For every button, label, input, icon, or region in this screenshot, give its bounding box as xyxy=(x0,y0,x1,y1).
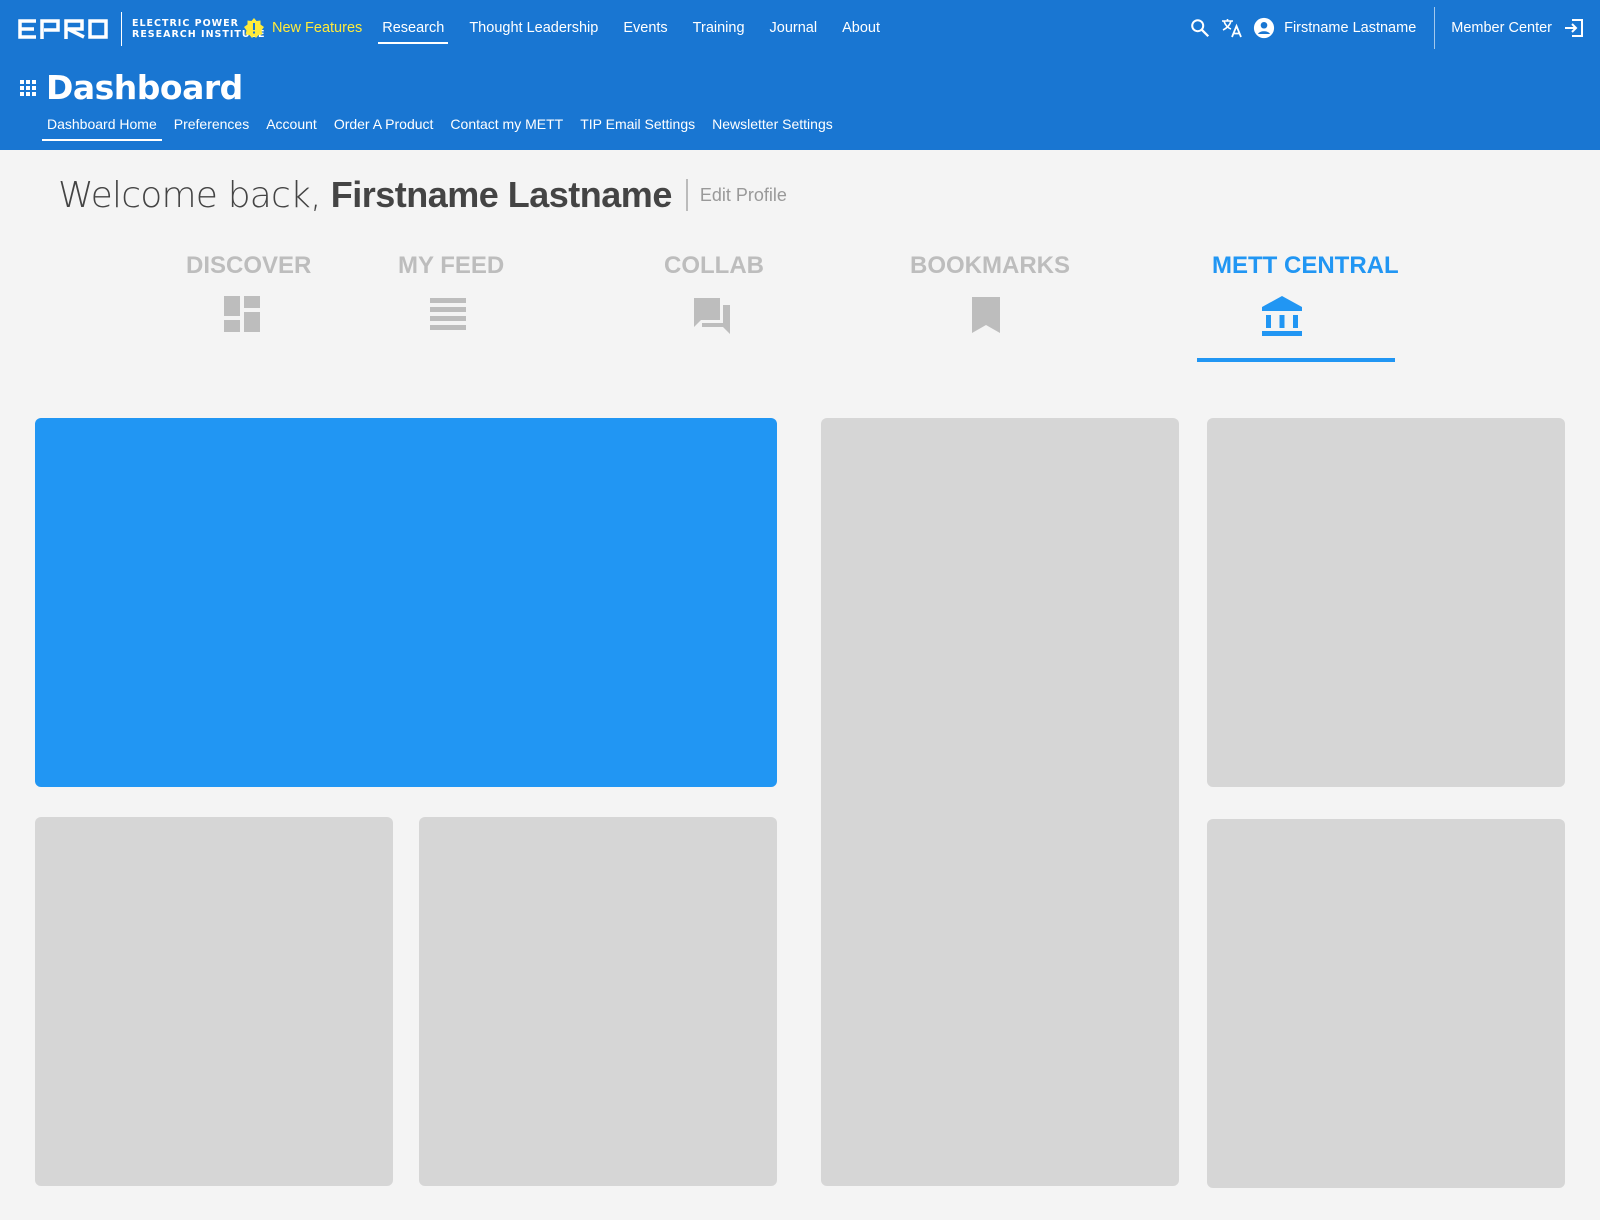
tab-mett-central[interactable]: METT CENTRAL xyxy=(1212,252,1399,338)
dashboard-sub-nav: Dashboard Home Preferences Account Order… xyxy=(42,112,845,141)
subnav-order-a-product[interactable]: Order A Product xyxy=(329,112,439,138)
welcome-prefix: Welcome back, xyxy=(58,174,322,216)
translate-icon[interactable] xyxy=(1220,16,1244,40)
tab-my-feed-label: MY FEED xyxy=(398,252,505,279)
tab-discover-label: DISCOVER xyxy=(186,252,312,279)
tab-bookmarks-label: BOOKMARKS xyxy=(910,252,1070,279)
welcome-user-name: Firstname Lastname xyxy=(330,174,673,215)
user-name-link[interactable]: Firstname Lastname xyxy=(1284,20,1416,36)
content-card[interactable] xyxy=(821,418,1179,1186)
dashboard-icon xyxy=(224,296,260,332)
epri-logo-mark xyxy=(18,19,108,39)
account-circle-icon[interactable] xyxy=(1252,16,1276,40)
header-tools: Firstname Lastname Member Center xyxy=(1180,0,1584,56)
new-features-link[interactable]: New Features xyxy=(244,18,362,38)
login-icon xyxy=(1565,19,1583,37)
search-icon[interactable] xyxy=(1188,16,1212,40)
subnav-newsletter-settings[interactable]: Newsletter Settings xyxy=(707,112,838,138)
content-card[interactable] xyxy=(35,817,393,1186)
forum-icon xyxy=(694,298,730,334)
site-header: ELECTRIC POWER RESEARCH INSTITUTE New Fe… xyxy=(0,0,1600,150)
subnav-dashboard-home[interactable]: Dashboard Home xyxy=(42,112,162,141)
tab-collab-label: COLLAB xyxy=(664,252,764,279)
bank-icon xyxy=(1262,296,1302,336)
new-badge-icon xyxy=(244,18,264,38)
tab-my-feed[interactable]: MY FEED xyxy=(398,252,505,332)
top-nav: New Features Research Thought Leadership… xyxy=(244,14,901,44)
welcome-banner: Welcome back, Firstname Lastname Edit Pr… xyxy=(58,174,787,216)
content-card[interactable] xyxy=(1207,418,1565,787)
bookmark-icon xyxy=(972,297,1000,333)
tab-discover[interactable]: DISCOVER xyxy=(186,252,312,332)
header-divider xyxy=(1434,7,1436,49)
member-center-link[interactable]: Member Center xyxy=(1451,18,1584,38)
tab-collab[interactable]: COLLAB xyxy=(664,252,764,336)
nav-thought-leadership[interactable]: Thought Leadership xyxy=(465,14,602,42)
apps-grid-icon[interactable] xyxy=(20,79,36,96)
new-features-label: New Features xyxy=(272,20,363,36)
subnav-preferences[interactable]: Preferences xyxy=(169,112,254,138)
active-tab-indicator xyxy=(1197,358,1395,362)
edit-profile-link[interactable]: Edit Profile xyxy=(700,185,787,206)
feed-icon xyxy=(430,298,466,330)
content-card[interactable] xyxy=(1207,819,1565,1188)
nav-journal[interactable]: Journal xyxy=(766,14,822,42)
logo-divider xyxy=(121,12,122,46)
welcome-divider xyxy=(685,179,688,211)
nav-about[interactable]: About xyxy=(838,14,884,42)
nav-training[interactable]: Training xyxy=(689,14,749,42)
content-card[interactable] xyxy=(419,817,777,1186)
subnav-account[interactable]: Account xyxy=(261,112,322,138)
page-title: Dashboard xyxy=(46,68,243,107)
epri-logo[interactable]: ELECTRIC POWER RESEARCH INSTITUTE xyxy=(16,12,266,46)
subnav-contact-my-mett[interactable]: Contact my METT xyxy=(445,112,568,138)
tab-mett-central-label: METT CENTRAL xyxy=(1212,252,1399,279)
tab-bookmarks[interactable]: BOOKMARKS xyxy=(910,252,1070,334)
subnav-tip-email-settings[interactable]: TIP Email Settings xyxy=(575,112,700,138)
featured-card[interactable] xyxy=(35,418,777,787)
nav-research[interactable]: Research xyxy=(378,14,449,44)
dashboard-title-row: Dashboard xyxy=(20,68,243,107)
member-center-label: Member Center xyxy=(1451,20,1552,36)
nav-events[interactable]: Events xyxy=(619,14,671,42)
